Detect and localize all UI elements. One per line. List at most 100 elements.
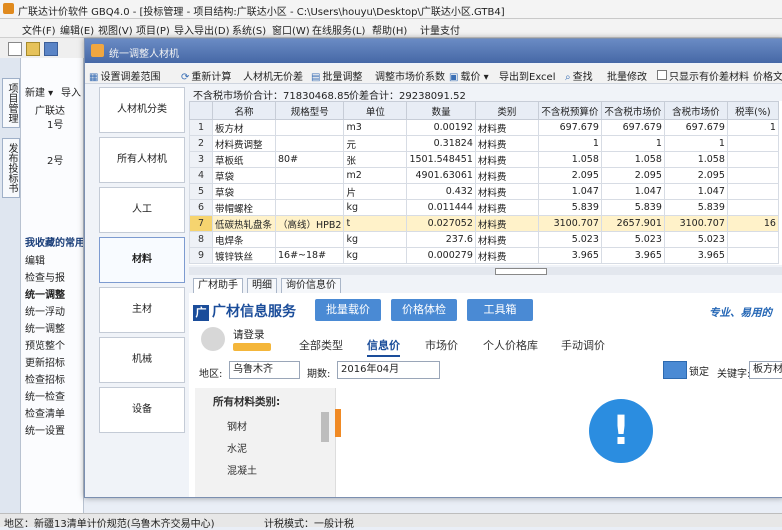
menu-file[interactable]: 文件(F)	[22, 22, 56, 37]
row-index[interactable]: 1	[189, 119, 213, 136]
table-cell[interactable]: 板方材	[212, 119, 276, 136]
table-cell[interactable]: 4901.63061	[406, 167, 476, 184]
table-cell[interactable]: 0.31824	[406, 135, 476, 152]
row-index[interactable]: 8	[189, 231, 213, 248]
table-cell[interactable]	[274, 183, 345, 200]
left-item[interactable]: 更新招标	[25, 354, 65, 369]
table-cell[interactable]: 5.839	[663, 199, 728, 216]
table-cell[interactable]	[274, 199, 345, 216]
table-cell[interactable]: 材料费	[474, 215, 539, 232]
table-cell[interactable]: 5.023	[663, 231, 728, 248]
table-cell[interactable]: 697.679	[537, 119, 602, 136]
table-cell[interactable]: 3100.707	[537, 215, 602, 232]
category-labor[interactable]: 人工	[99, 187, 185, 233]
table-cell[interactable]: 5.839	[537, 199, 602, 216]
table-cell[interactable]: 3.965	[600, 247, 665, 264]
table-cell[interactable]: 1.058	[663, 151, 728, 168]
table-cell[interactable]	[726, 247, 779, 264]
menu-window[interactable]: 窗口(W)	[272, 22, 310, 37]
tab-project-management[interactable]: 项目管理	[2, 78, 20, 128]
find-button[interactable]: ⌕ 查找	[565, 68, 593, 83]
table-row[interactable]: 3 草板纸 80# 张 1501.548451 材料费 1.058 1.058 1.058	[189, 151, 779, 168]
new-button[interactable]: 新建 ▾	[25, 84, 53, 99]
category-item[interactable]: 混凝土	[227, 462, 257, 477]
table-cell[interactable]: 0.027052	[406, 215, 476, 232]
table-cell[interactable]: 材料费	[474, 151, 539, 168]
load-price-button[interactable]: ▣ 载价 ▾	[449, 68, 489, 83]
table-cell[interactable]	[274, 135, 345, 152]
set-range-button[interactable]: ▦ 设置调差范围	[89, 68, 160, 83]
table-cell[interactable]: 张	[343, 151, 408, 168]
table-cell[interactable]: 草袋	[212, 167, 276, 184]
table-cell[interactable]: kg	[343, 247, 408, 264]
table-cell[interactable]: 材料费	[474, 247, 539, 264]
table-cell[interactable]: 镀锌铁丝	[212, 247, 276, 264]
table-cell[interactable]: 元	[343, 135, 408, 152]
table-cell[interactable]: kg	[343, 199, 408, 216]
table-cell[interactable]: 片	[343, 183, 408, 200]
no-price-diff-button[interactable]: 人材机无价差	[243, 68, 303, 83]
table-cell[interactable]: 2.095	[537, 167, 602, 184]
table-cell[interactable]: 1.047	[600, 183, 665, 200]
table-row[interactable]: 1 板方材 m3 0.00192 材料费 697.679 697.679 697.679 1	[189, 119, 779, 136]
column-header[interactable]: 名称	[212, 101, 276, 120]
table-cell[interactable]: 2.095	[663, 167, 728, 184]
left-item[interactable]: 检查招标	[25, 371, 65, 386]
scrollbar-thumb[interactable]	[321, 412, 329, 442]
table-cell[interactable]	[726, 135, 779, 152]
batch-modify-button[interactable]: 批量修改	[607, 68, 647, 83]
save-icon[interactable]	[44, 42, 58, 56]
column-header[interactable]: 数量	[406, 101, 476, 120]
table-cell[interactable]: 带帽螺栓	[212, 199, 276, 216]
table-row[interactable]: 9 镀锌铁丝 16#~18# kg 0.000279 材料费 3.965 3.965 3.965	[189, 247, 779, 264]
new-file-icon[interactable]	[8, 42, 22, 56]
collapse-handle[interactable]	[335, 409, 341, 437]
tab-guangcai-assistant[interactable]: 广材助手	[193, 278, 243, 294]
import-button[interactable]: 导入	[61, 84, 81, 99]
table-cell[interactable]: 5.023	[537, 231, 602, 248]
table-cell[interactable]	[274, 167, 345, 184]
left-item[interactable]: 检查与报	[25, 269, 65, 284]
table-cell[interactable]: 1	[537, 135, 602, 152]
table-cell[interactable]: 材料费	[474, 199, 539, 216]
left-item[interactable]: 统一调整	[25, 286, 65, 301]
table-cell[interactable]: m2	[343, 167, 408, 184]
tab-personal-library[interactable]: 个人价格库	[483, 337, 538, 353]
column-header[interactable]: 不含税预算价	[537, 101, 602, 120]
table-cell[interactable]	[726, 199, 779, 216]
table-row[interactable]: 6 带帽螺栓 kg 0.011444 材料费 5.839 5.839 5.839	[189, 199, 779, 216]
tab-price-inquiry[interactable]: 询价信息价	[281, 278, 341, 294]
table-cell[interactable]: 16	[726, 215, 779, 232]
row-index[interactable]: 7	[189, 215, 213, 232]
dialog-title-bar[interactable]: 统一调整人材机	[85, 39, 782, 63]
table-cell[interactable]: 1.058	[537, 151, 602, 168]
left-item[interactable]: 统一调整	[25, 320, 65, 335]
table-cell[interactable]: 237.6	[406, 231, 476, 248]
table-row[interactable]: 7 低碳热轧盘条 （高线）HPB2 t 0.027052 材料费 3100.707 2657.…	[189, 215, 779, 232]
table-cell[interactable]: 低碳热轧盘条	[212, 215, 276, 232]
table-cell[interactable]: 材料费	[474, 183, 539, 200]
recalculate-button[interactable]: ⟳ 重新计算	[181, 68, 231, 83]
table-cell[interactable]: 0.011444	[406, 199, 476, 216]
table-cell[interactable]: 草板纸	[212, 151, 276, 168]
tab-manual-adjust[interactable]: 手动调价	[561, 337, 605, 353]
tab-all-types[interactable]: 全部类型	[299, 337, 343, 353]
only-diff-checkbox[interactable]: 只显示有价差材料	[657, 68, 749, 83]
table-cell[interactable]: 1	[726, 119, 779, 136]
table-row[interactable]: 2 材料费调整元 0.31824 材料费 1 1 1	[189, 135, 779, 152]
table-cell[interactable]: 1	[663, 135, 728, 152]
login-link[interactable]: 请登录	[233, 327, 265, 342]
category-item[interactable]: 钢材	[227, 418, 247, 433]
table-cell[interactable]: 1	[600, 135, 665, 152]
toolbox-button[interactable]: 工具箱	[467, 299, 533, 321]
table-cell[interactable]: 材料费	[474, 167, 539, 184]
table-row[interactable]: 5 草袋片 0.432 材料费 1.047 1.047 1.047	[189, 183, 779, 200]
table-cell[interactable]: 0.432	[406, 183, 476, 200]
table-cell[interactable]: 697.679	[600, 119, 665, 136]
price-file-button[interactable]: 价格文件	[753, 68, 782, 83]
row-index[interactable]: 2	[189, 135, 213, 152]
table-cell[interactable]: t	[343, 215, 408, 232]
category-machinery[interactable]: 机械	[99, 337, 185, 383]
price-check-button[interactable]: 价格体检	[391, 299, 457, 321]
table-cell[interactable]: 材料费调整	[212, 135, 276, 152]
